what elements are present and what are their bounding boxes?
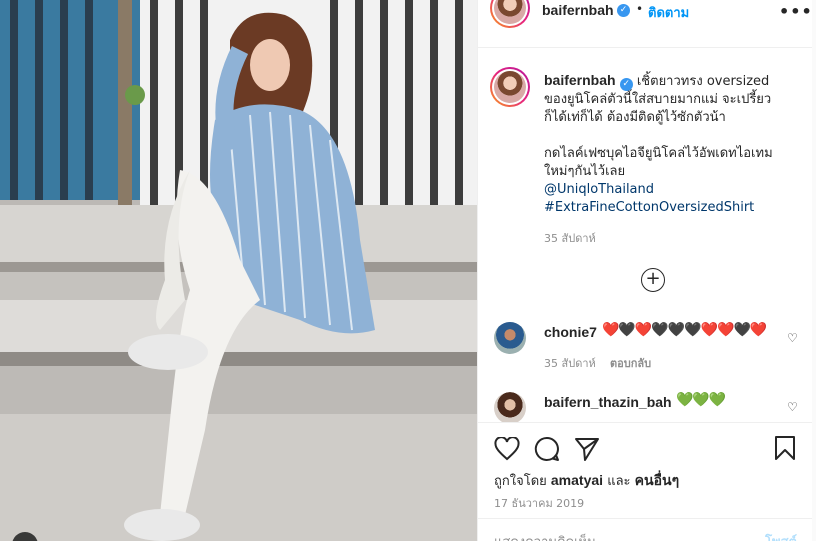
hashtag-link[interactable]: #ExtraFineCottonOversizedShirt bbox=[544, 199, 789, 217]
header-username[interactable]: baifernbah bbox=[542, 2, 614, 18]
likes-summary: ถูกใจโดย amatyai และ คนอื่นๆ bbox=[494, 470, 679, 492]
post-caption: baifernbah ✓ เชิ้ตยาวทรง oversized ของยู… bbox=[544, 71, 789, 217]
comment-like-heart-icon[interactable]: ♡ bbox=[787, 331, 798, 345]
comment-box: แสดงความคิดเห็น... โพสต์ bbox=[478, 518, 813, 541]
verified-badge-icon: ✓ bbox=[619, 78, 633, 91]
caption-avatar[interactable] bbox=[490, 67, 530, 107]
separator-dot: • bbox=[636, 2, 644, 16]
likes-user[interactable]: amatyai bbox=[551, 472, 603, 488]
comment-input[interactable]: แสดงความคิดเห็น... bbox=[494, 531, 608, 541]
comment-like-heart-icon[interactable]: ♡ bbox=[787, 400, 798, 414]
comment-text: ❤️🖤❤️🖤🖤🖤❤️❤️🖤❤️ bbox=[602, 322, 767, 338]
mention-link[interactable]: @UniqloThailand bbox=[544, 181, 789, 199]
comment-avatar[interactable] bbox=[494, 322, 526, 354]
post-comment-button[interactable]: โพสต์ bbox=[765, 531, 797, 541]
post-photo-illustration bbox=[0, 0, 477, 541]
comment-text: 💚💚💚 bbox=[676, 392, 726, 408]
comment-avatar[interactable] bbox=[494, 392, 526, 424]
window-edge bbox=[812, 0, 816, 541]
bookmark-icon[interactable] bbox=[774, 435, 796, 461]
post-photo[interactable] bbox=[0, 0, 477, 541]
post-details-panel: baifernbah ✓ • ติดตาม ••• baifernbah ✓ เ… bbox=[477, 0, 813, 541]
likes-prefix: ถูกใจโดย bbox=[494, 474, 547, 489]
post-header: baifernbah ✓ • ติดตาม ••• bbox=[478, 0, 813, 48]
heart-icon[interactable] bbox=[494, 437, 520, 461]
comment-time: 35 สัปดาห์ bbox=[544, 357, 596, 370]
caption-line-2: กดไลค์เฟซบุคไอจียูนิโคล่ไว้อัพเดทไอเทมให… bbox=[544, 146, 773, 179]
share-icon[interactable] bbox=[574, 436, 600, 462]
likes-others[interactable]: คนอื่นๆ bbox=[635, 472, 679, 488]
post-actions: ถูกใจโดย amatyai และ คนอื่นๆ 17 ธันวาคม … bbox=[478, 422, 813, 541]
caption-time: 35 สัปดาห์ bbox=[544, 232, 596, 245]
avatar[interactable] bbox=[490, 0, 530, 28]
caption-username[interactable]: baifernbah bbox=[544, 72, 616, 88]
likes-middle: และ bbox=[607, 474, 631, 489]
verified-badge-icon: ✓ bbox=[617, 4, 630, 17]
comment-username[interactable]: chonie7 bbox=[544, 324, 597, 340]
follow-button[interactable]: ติดตาม bbox=[648, 2, 689, 23]
reply-button[interactable]: ตอบกลับ bbox=[610, 354, 651, 372]
more-options-icon[interactable]: ••• bbox=[779, 2, 813, 21]
post-date: 17 ธันวาคม 2019 bbox=[494, 497, 585, 510]
comment-icon[interactable] bbox=[534, 436, 560, 462]
comment-username[interactable]: baifern_thazin_bah bbox=[544, 394, 672, 410]
load-more-comments-button[interactable]: + bbox=[641, 268, 665, 292]
